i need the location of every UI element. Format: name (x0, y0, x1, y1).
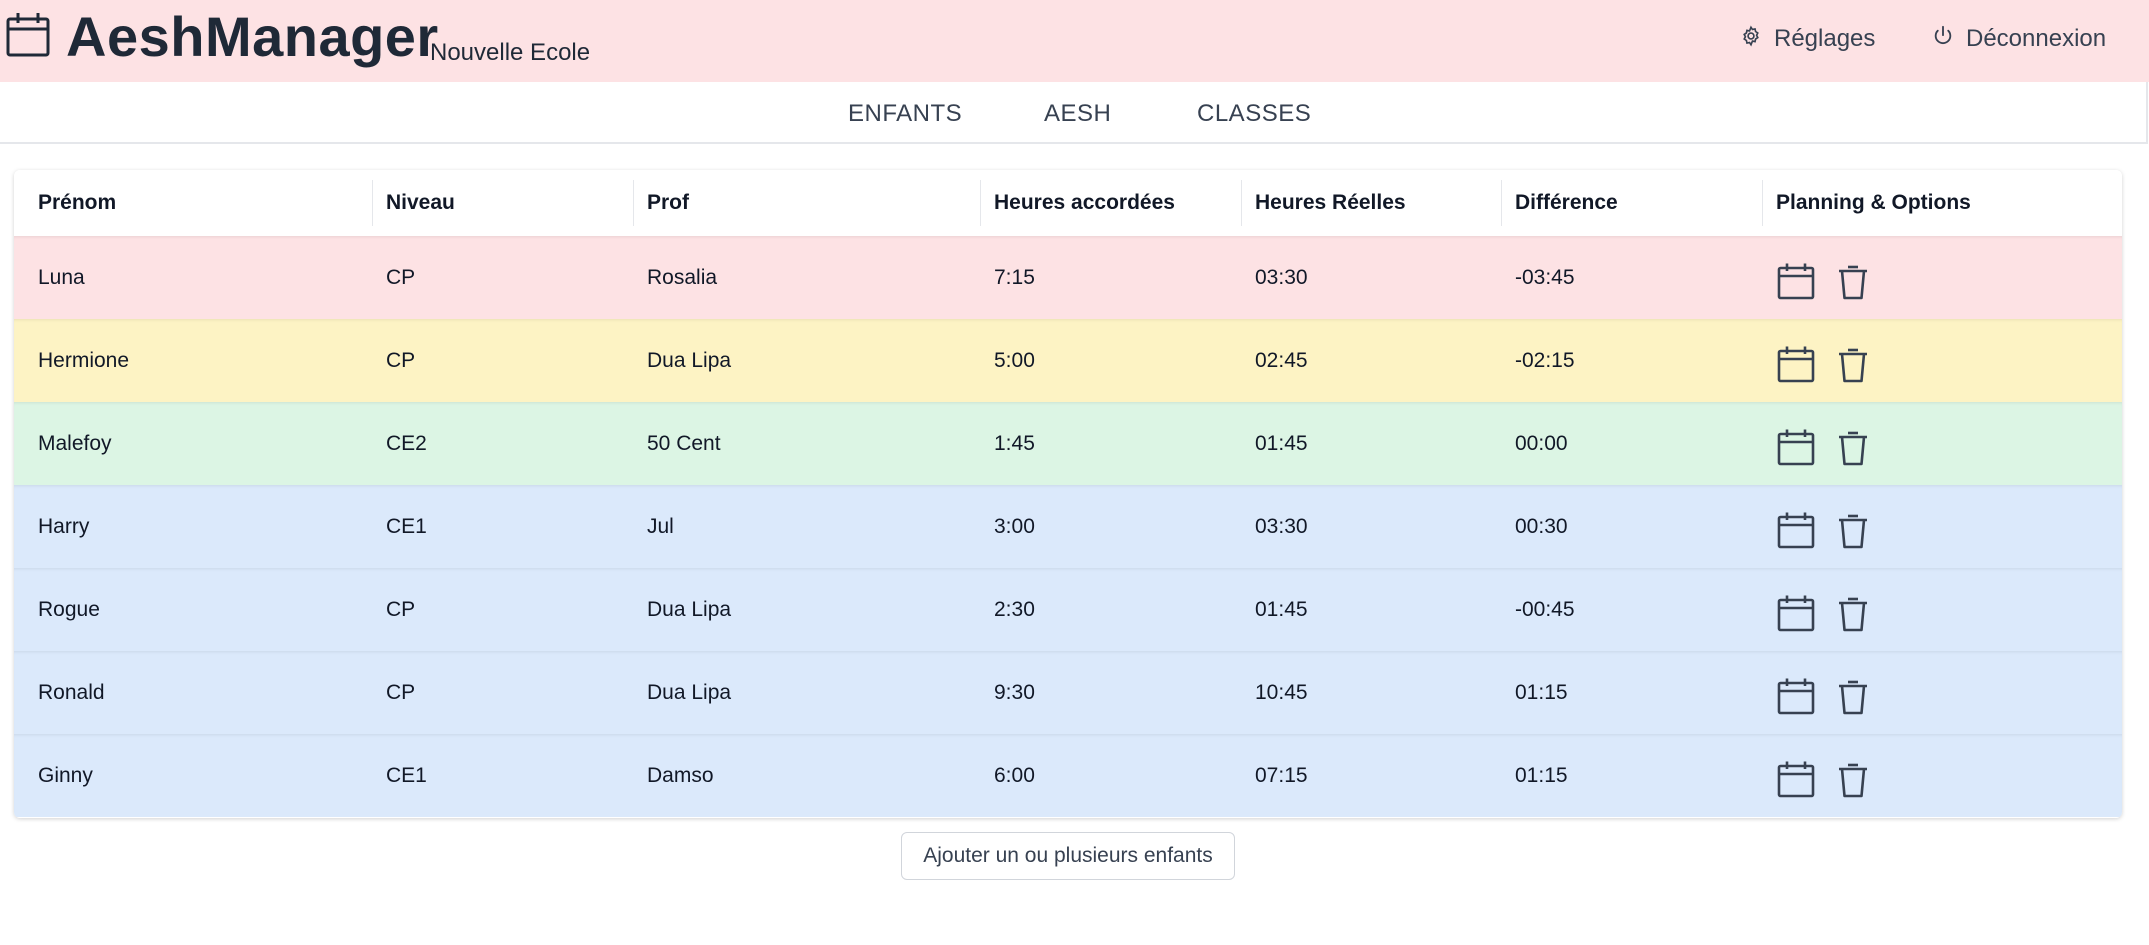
cell-heures-reelles: 01:45 (1255, 598, 1308, 621)
trash-icon[interactable] (1834, 511, 1872, 549)
calendar-icon[interactable] (1777, 345, 1815, 383)
trash-icon[interactable] (1834, 594, 1872, 632)
cell-heures-reelles: 03:30 (1255, 266, 1308, 289)
add-children-button[interactable]: Ajouter un ou plusieurs enfants (901, 832, 1235, 880)
settings-link[interactable]: Réglages (1740, 22, 1875, 56)
column-divider (980, 180, 981, 226)
cell-heures-accordees: 6:00 (994, 764, 1035, 787)
cell-heures-accordees: 1:45 (994, 432, 1035, 455)
calendar-icon[interactable] (1777, 677, 1815, 715)
cell-heures-reelles: 02:45 (1255, 349, 1308, 372)
cell-prenom: Hermione (38, 349, 130, 372)
cell-heures-reelles: 07:15 (1255, 764, 1308, 787)
table-row: Malefoy CE2 50 Cent 1:45 01:45 00:00 (14, 402, 2122, 485)
app-title: AeshManager (66, 5, 439, 68)
calendar-icon[interactable] (1777, 428, 1815, 466)
table-row: Harry CE1 Jul 3:00 03:30 00:30 (14, 485, 2122, 568)
tab-classes[interactable]: CLASSES (1197, 100, 1311, 128)
column-divider (1501, 180, 1502, 226)
trash-icon[interactable] (1834, 345, 1872, 383)
cell-difference: 01:15 (1515, 681, 1568, 704)
settings-label: Réglages (1774, 25, 1876, 52)
cell-prenom: Ginny (38, 764, 93, 787)
cell-prof: Damso (647, 764, 714, 787)
children-table: Prénom Niveau Prof Heures accordées Heur… (14, 170, 2122, 818)
top-header: AeshManager Nouvelle Ecole Réglages Déco… (0, 0, 2149, 82)
cell-niveau: CP (386, 349, 416, 372)
column-divider (633, 180, 634, 226)
column-divider (1241, 180, 1242, 226)
cell-prof: Dua Lipa (647, 349, 732, 372)
table-row: Rogue CP Dua Lipa 2:30 01:45 -00:45 (14, 568, 2122, 651)
cell-prenom: Luna (38, 266, 85, 289)
column-header-planning-options: Planning & Options (1776, 191, 1971, 214)
cell-prof: Rosalia (647, 266, 718, 289)
logout-label: Déconnexion (1966, 25, 2107, 52)
cell-difference: -03:45 (1515, 266, 1575, 289)
gear-icon (1740, 25, 1762, 54)
cell-niveau: CP (386, 598, 416, 621)
trash-icon[interactable] (1834, 428, 1872, 466)
table-header: Prénom Niveau Prof Heures accordées Heur… (14, 170, 2122, 236)
cell-heures-reelles: 10:45 (1255, 681, 1308, 704)
cell-heures-reelles: 01:45 (1255, 432, 1308, 455)
tab-aesh[interactable]: AESH (1044, 100, 1111, 128)
table-row: Hermione CP Dua Lipa 5:00 02:45 -02:15 (14, 319, 2122, 402)
main-nav: ENFANTS AESH CLASSES (0, 82, 2148, 144)
calendar-icon[interactable] (1777, 760, 1815, 798)
cell-prof: 50 Cent (647, 432, 721, 455)
cell-niveau: CP (386, 681, 416, 704)
cell-prof: Dua Lipa (647, 681, 732, 704)
calendar-icon[interactable] (1777, 511, 1815, 549)
table-row: Ronald CP Dua Lipa 9:30 10:45 01:15 (14, 651, 2122, 734)
cell-heures-accordees: 9:30 (994, 681, 1035, 704)
column-header-difference[interactable]: Différence (1515, 170, 1618, 236)
table-row: Luna CP Rosalia 7:15 03:30 -03:45 (14, 236, 2122, 319)
column-header-niveau[interactable]: Niveau (386, 170, 455, 236)
column-divider (372, 180, 373, 226)
cell-prof: Jul (647, 515, 674, 538)
cell-niveau: CE2 (386, 432, 427, 455)
column-header-heures-accordees[interactable]: Heures accordées (994, 170, 1175, 236)
cell-heures-reelles: 03:30 (1255, 515, 1308, 538)
power-icon (1932, 25, 1954, 54)
cell-difference: 00:00 (1515, 432, 1568, 455)
column-header-prenom[interactable]: Prénom (38, 170, 116, 236)
cell-prenom: Ronald (38, 681, 105, 704)
tab-enfants[interactable]: ENFANTS (848, 100, 962, 128)
cell-heures-accordees: 7:15 (994, 266, 1035, 289)
calendar-logo-icon (6, 12, 50, 58)
logout-link[interactable]: Déconnexion (1932, 22, 2106, 56)
cell-prenom: Rogue (38, 598, 100, 621)
cell-prof: Dua Lipa (647, 598, 732, 621)
cell-prenom: Malefoy (38, 432, 112, 455)
cell-difference: 00:30 (1515, 515, 1568, 538)
column-header-prof[interactable]: Prof (647, 170, 689, 236)
calendar-icon[interactable] (1777, 594, 1815, 632)
trash-icon[interactable] (1834, 677, 1872, 715)
cell-heures-accordees: 3:00 (994, 515, 1035, 538)
school-name: Nouvelle Ecole (430, 39, 591, 66)
column-divider (1762, 180, 1763, 226)
cell-prenom: Harry (38, 515, 90, 538)
cell-heures-accordees: 2:30 (994, 598, 1035, 621)
table-row: Ginny CE1 Damso 6:00 07:15 01:15 (14, 734, 2122, 817)
calendar-icon[interactable] (1777, 262, 1815, 300)
cell-difference: -02:15 (1515, 349, 1575, 372)
cell-niveau: CP (386, 266, 416, 289)
cell-niveau: CE1 (386, 764, 427, 787)
cell-difference: 01:15 (1515, 764, 1568, 787)
column-header-heures-reelles[interactable]: Heures Réelles (1255, 170, 1406, 236)
trash-icon[interactable] (1834, 262, 1872, 300)
trash-icon[interactable] (1834, 760, 1872, 798)
cell-heures-accordees: 5:00 (994, 349, 1035, 372)
cell-difference: -00:45 (1515, 598, 1575, 621)
cell-niveau: CE1 (386, 515, 427, 538)
